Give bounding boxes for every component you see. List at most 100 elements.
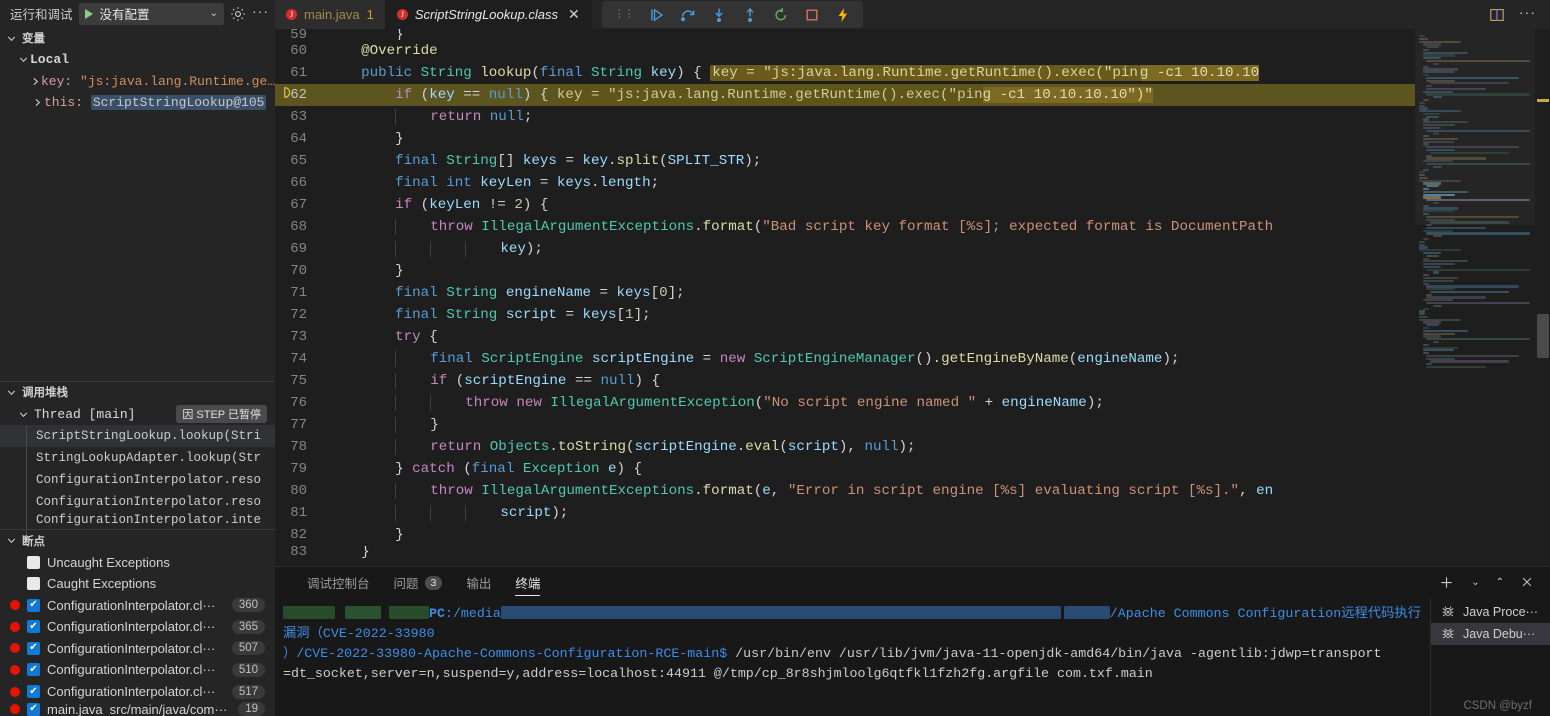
- step-over-icon[interactable]: [680, 7, 696, 23]
- minimap-line: [1426, 93, 1531, 96]
- minimap-line: [1426, 76, 1519, 79]
- redacted-block: [1063, 606, 1110, 619]
- breakpoint-dot-icon[interactable]: [10, 704, 20, 715]
- minimap-line: [1422, 251, 1442, 255]
- terminal-split-chevron-icon[interactable]: ⌄: [1471, 577, 1479, 588]
- debug-sidebar: 运行和调试 没有配置 ⌄ ··· 变量 Local key: "js:java.…: [0, 0, 275, 716]
- play-icon[interactable]: [84, 8, 93, 19]
- tab-problems[interactable]: 问题 3: [382, 567, 455, 598]
- breakpoint-dot-icon[interactable]: [10, 664, 20, 675]
- checkbox-unchecked-icon[interactable]: [27, 555, 40, 569]
- editor-scrollbar[interactable]: [1535, 29, 1550, 566]
- callstack-section-header[interactable]: 调用堆栈: [0, 382, 275, 404]
- code-line: 81 script);: [275, 502, 1415, 524]
- stack-frame-row[interactable]: ConfigurationInterpolator.reso: [0, 469, 275, 491]
- maximize-panel-icon[interactable]: ⌃: [1496, 577, 1504, 588]
- minimap-line: [1433, 271, 1440, 274]
- terminal-line-2: ）/CVE-2022-33980-Apache-Commons-Configur…: [283, 644, 1430, 664]
- new-terminal-icon[interactable]: [1439, 575, 1455, 591]
- checkbox-checked-icon[interactable]: [27, 663, 40, 677]
- checkbox-checked-icon[interactable]: [27, 702, 40, 716]
- checkbox-checked-icon[interactable]: [27, 620, 40, 634]
- stack-frame-row[interactable]: StringLookupAdapter.lookup(Str: [0, 447, 275, 469]
- minimap-line: [1419, 315, 1429, 319]
- variables-scope-local[interactable]: Local: [0, 49, 275, 71]
- checkbox-checked-icon[interactable]: [27, 685, 40, 699]
- variable-row-this[interactable]: this: ScriptStringLookup@105: [0, 92, 275, 114]
- breakpoint-dot-icon[interactable]: [10, 600, 20, 611]
- stack-frame-row[interactable]: ConfigurationInterpolator.reso: [0, 491, 275, 513]
- stack-frame-row[interactable]: ConfigurationInterpolator.inte: [0, 513, 275, 527]
- gear-icon[interactable]: [230, 6, 246, 22]
- breakpoint-label: ConfigurationInterpolator.cl···: [47, 640, 216, 656]
- split-editor-icon[interactable]: [1489, 7, 1505, 23]
- minimap-line: [1426, 354, 1519, 358]
- terminal-instance-java-process[interactable]: Java Proce···: [1431, 601, 1550, 623]
- minimap-line: [1433, 235, 1442, 238]
- drag-grip-icon[interactable]: ⋮⋮: [614, 9, 635, 20]
- minimap-line: [1419, 179, 1461, 182]
- panel-body: PC:/media/Apache Commons Configuration远程…: [275, 598, 1550, 716]
- breakpoint-item[interactable]: ConfigurationInterpolator.cl··· 517: [0, 681, 275, 703]
- breakpoint-dot-icon[interactable]: [10, 621, 20, 632]
- chevron-down-icon[interactable]: ⌄: [210, 8, 218, 19]
- breakpoint-item[interactable]: ConfigurationInterpolator.cl··· 510: [0, 659, 275, 681]
- more-actions-icon[interactable]: ···: [1519, 5, 1536, 21]
- redacted-block: [345, 606, 381, 619]
- thread-row-main[interactable]: Thread [main] 因 STEP 已暂停: [0, 403, 275, 425]
- minimap[interactable]: [1415, 29, 1535, 566]
- minimap-line: [1419, 176, 1429, 180]
- minimap-line: [1433, 201, 1440, 205]
- breakpoint-uncaught-exceptions[interactable]: Uncaught Exceptions: [0, 552, 275, 574]
- breakpoint-label: main.java: [47, 702, 103, 716]
- breakpoint-label: ConfigurationInterpolator.cl···: [47, 597, 216, 613]
- minimap-line: [1426, 162, 1531, 166]
- current-execution-pointer-icon: [279, 86, 297, 104]
- more-icon[interactable]: ···: [252, 4, 269, 20]
- breakpoint-dot-icon[interactable]: [10, 686, 20, 697]
- minimap-line: [1422, 73, 1429, 77]
- breakpoint-caught-exceptions[interactable]: Caught Exceptions: [0, 573, 275, 595]
- variables-section-header[interactable]: 变量: [0, 27, 275, 49]
- step-out-icon[interactable]: [742, 7, 758, 23]
- restart-icon[interactable]: [773, 7, 789, 23]
- tab-scriptstringlookup-class[interactable]: J ScriptStringLookup.class ✕: [385, 0, 592, 29]
- minimap-line: [1422, 352, 1429, 355]
- breakpoint-dot-icon[interactable]: [10, 643, 20, 654]
- checkbox-checked-icon[interactable]: [27, 641, 40, 655]
- terminal-instance-java-debug[interactable]: Java Debu···: [1431, 623, 1550, 645]
- breakpoint-item[interactable]: main.java src/main/java/com··· 19: [0, 702, 275, 716]
- variable-value: "js:java.lang.Runtime.ge…: [80, 73, 275, 89]
- chevron-down-icon: [4, 31, 18, 45]
- variable-row-key[interactable]: key: "js:java.lang.Runtime.ge…: [0, 70, 275, 92]
- hot-reload-icon[interactable]: [835, 7, 851, 23]
- breakpoint-item[interactable]: ConfigurationInterpolator.cl··· 360: [0, 595, 275, 617]
- step-into-icon[interactable]: [711, 7, 727, 23]
- bottom-panel: 调试控制台 问题 3 输出 终端 ⌄ ⌃ PC:/media /Apache C…: [275, 566, 1550, 716]
- breakpoints-section-header[interactable]: 断点: [0, 530, 275, 552]
- breakpoint-label: ConfigurationInterpolator.cl···: [47, 619, 216, 635]
- tab-debug-console[interactable]: 调试控制台: [295, 567, 382, 598]
- minimap-line: [1426, 46, 1439, 49]
- checkbox-checked-icon[interactable]: [27, 598, 40, 612]
- scrollbar-thumb[interactable]: [1537, 314, 1549, 358]
- launch-config-dropdown[interactable]: 没有配置 ⌄: [78, 2, 224, 25]
- tab-main-java[interactable]: J main.java 1: [275, 0, 386, 29]
- code-line: 82 }: [275, 524, 1415, 546]
- code-editor[interactable]: 59 } 60 @Override 61 public String looku…: [275, 29, 1550, 566]
- line-number: 70: [290, 263, 307, 279]
- tab-terminal[interactable]: 终端: [503, 567, 552, 598]
- checkbox-unchecked-icon[interactable]: [27, 577, 40, 591]
- close-icon[interactable]: ✕: [568, 6, 580, 23]
- close-panel-icon[interactable]: [1520, 575, 1536, 591]
- stack-frame-row[interactable]: ScriptStringLookup.lookup(Stri: [0, 425, 275, 448]
- minimap-line: [1419, 110, 1461, 113]
- breakpoint-item[interactable]: ConfigurationInterpolator.cl··· 507: [0, 638, 275, 660]
- variable-name: this:: [44, 95, 84, 111]
- tab-output[interactable]: 输出: [454, 567, 503, 598]
- terminal-output[interactable]: PC:/media/Apache Commons Configuration远程…: [275, 598, 1430, 716]
- continue-icon[interactable]: [649, 7, 665, 23]
- breakpoint-item[interactable]: ConfigurationInterpolator.cl··· 365: [0, 616, 275, 638]
- minimap-line: [1419, 101, 1425, 104]
- stop-icon[interactable]: [804, 7, 820, 23]
